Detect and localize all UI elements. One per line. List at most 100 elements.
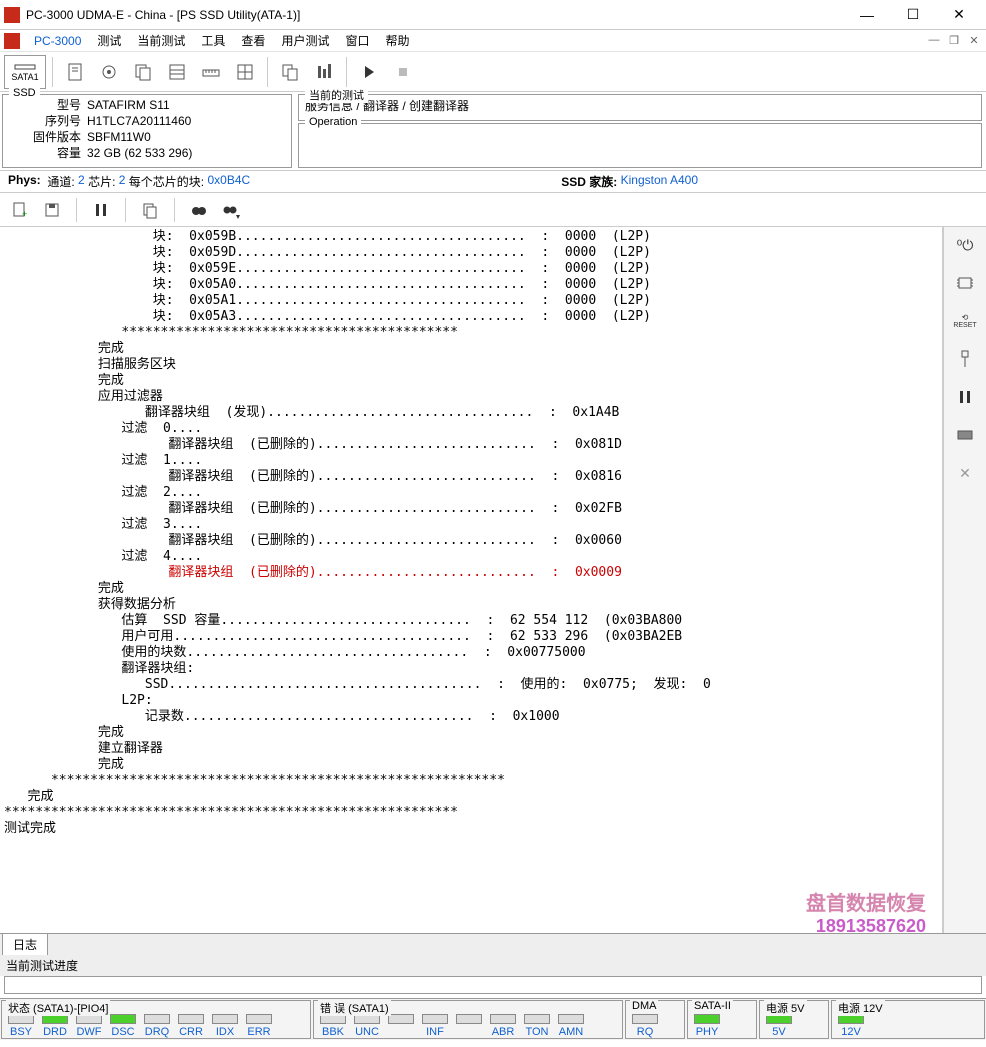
menu-window[interactable]: 窗口 xyxy=(337,32,377,49)
log-output[interactable]: 块: 0x059B...............................… xyxy=(0,227,942,933)
pwr12-cell: 12V xyxy=(841,1026,861,1038)
status-cell-drq: DRQ xyxy=(140,1014,174,1038)
log-line: SSD.....................................… xyxy=(4,677,938,693)
copy-icon[interactable] xyxy=(127,55,159,89)
log-line: 扫描服务区块 xyxy=(4,357,938,373)
pwr5-legend: 电源 5V xyxy=(764,1000,807,1016)
channel-label: 通道: xyxy=(47,173,74,190)
log-line: 块: 0x059B...............................… xyxy=(4,229,938,245)
status-cell-crr: CRR xyxy=(174,1014,208,1038)
main-toolbar: SATA1 xyxy=(0,52,986,92)
log-line: 完成 xyxy=(4,341,938,357)
dma-legend: DMA xyxy=(630,1000,658,1012)
play-button[interactable] xyxy=(353,55,385,89)
error-cell: UNC xyxy=(350,1014,384,1038)
grid-icon[interactable] xyxy=(229,55,261,89)
progress-label: 当前测试进度 xyxy=(0,955,986,976)
current-test-legend: 当前的测试 xyxy=(305,87,368,103)
reset-icon[interactable]: ⟲RESET xyxy=(951,309,979,333)
log-line: 完成 xyxy=(4,725,938,741)
log-line: 完成 xyxy=(4,373,938,389)
blocks-label: 每个芯片的块: xyxy=(129,173,204,190)
maximize-button[interactable]: ☐ xyxy=(890,0,936,30)
tab-row: 日志 xyxy=(0,933,986,955)
save-icon[interactable] xyxy=(38,196,66,224)
binoculars-next-icon[interactable] xyxy=(217,196,245,224)
pause-icon[interactable] xyxy=(87,196,115,224)
log-toolbar: + xyxy=(0,193,986,227)
ssd-family-value: Kingston A400 xyxy=(621,173,698,190)
log-line: 翻译器块组 (已删除的)............................… xyxy=(4,533,938,549)
log-line: 获得数据分析 xyxy=(4,597,938,613)
log-line: 块: 0x059E...............................… xyxy=(4,261,938,277)
log-line: ****************************************… xyxy=(4,805,938,821)
ssd-legend: SSD xyxy=(9,87,40,99)
log-line: 测试完成 xyxy=(4,821,938,837)
sata2-legend: SATA-II xyxy=(692,1000,733,1012)
log-line: 应用过滤器 xyxy=(4,389,938,405)
log-line: 翻译器块组 (发现)..............................… xyxy=(4,405,938,421)
new-doc-icon[interactable]: + xyxy=(6,196,34,224)
log-line: 翻译器块组: xyxy=(4,661,938,677)
menu-app[interactable]: PC-3000 xyxy=(26,34,89,48)
copy2-icon[interactable] xyxy=(136,196,164,224)
log-line: 翻译器块组 (已删除的)............................… xyxy=(4,565,938,581)
power-icon[interactable]: ⁰⏻ xyxy=(951,233,979,257)
tab-log[interactable]: 日志 xyxy=(2,933,48,955)
log-line: 翻译器块组 (已删除的)............................… xyxy=(4,469,938,485)
windows-icon[interactable] xyxy=(274,55,306,89)
cap-value: 32 GB (62 533 296) xyxy=(87,145,192,161)
chip-value: 2 xyxy=(119,173,126,190)
mdi-restore-button[interactable]: ❐ xyxy=(946,34,962,47)
gear-icon[interactable] xyxy=(93,55,125,89)
error-cell: TON xyxy=(520,1014,554,1038)
mdi-close-button[interactable]: ✕ xyxy=(966,34,982,47)
phys-row: Phys: 通道: 2 芯片: 2 每个芯片的块: 0x0B4C SSD 家族:… xyxy=(0,171,986,193)
menu-current-test[interactable]: 当前测试 xyxy=(129,32,193,49)
binoculars-icon[interactable] xyxy=(185,196,213,224)
usb-icon[interactable] xyxy=(951,347,979,371)
log-line: 建立翻译器 xyxy=(4,741,938,757)
progress-bar xyxy=(4,976,982,994)
app-icon-small xyxy=(4,33,20,49)
mdi-minimize-button[interactable]: — xyxy=(926,34,942,47)
menu-view[interactable]: 查看 xyxy=(233,32,273,49)
log-line: 块: 0x05A1...............................… xyxy=(4,293,938,309)
blocks-value: 0x0B4C xyxy=(207,173,250,190)
close-button[interactable]: ✕ xyxy=(936,0,982,30)
pwr12-legend: 电源 12V xyxy=(836,1000,885,1016)
chip-icon[interactable] xyxy=(951,271,979,295)
bars-icon[interactable] xyxy=(308,55,340,89)
menu-help[interactable]: 帮助 xyxy=(377,32,417,49)
dma-cell: RQ xyxy=(637,1026,654,1038)
info-row: SSD 型号SATAFIRM S11 序列号H1TLC7A20111460 固件… xyxy=(0,92,986,171)
sata-port-button[interactable]: SATA1 xyxy=(4,55,46,89)
chip2-icon[interactable] xyxy=(951,423,979,447)
menu-tools[interactable]: 工具 xyxy=(193,32,233,49)
tools-icon[interactable]: ✕ xyxy=(951,461,979,485)
menu-user-test[interactable]: 用户测试 xyxy=(273,32,337,49)
stop-button[interactable] xyxy=(387,55,419,89)
log-line: 过滤 2.... xyxy=(4,485,938,501)
log-line: 过滤 3.... xyxy=(4,517,938,533)
log-line: 估算 SSD 容量...............................… xyxy=(4,613,938,629)
log-line: 过滤 0.... xyxy=(4,421,938,437)
minimize-button[interactable]: — xyxy=(844,0,890,30)
channel-value: 2 xyxy=(78,173,85,190)
svg-text:+: + xyxy=(22,209,27,219)
fw-label: 固件版本 xyxy=(9,129,87,145)
menubar: PC-3000 测试 当前测试 工具 查看 用户测试 窗口 帮助 — ❐ ✕ xyxy=(0,30,986,52)
menu-test[interactable]: 测试 xyxy=(89,32,129,49)
operation-legend: Operation xyxy=(305,116,361,128)
status-cell-bsy: BSY xyxy=(4,1014,38,1038)
pause-side-icon[interactable] xyxy=(951,385,979,409)
ruler-icon[interactable] xyxy=(195,55,227,89)
serial-value: H1TLC7A20111460 xyxy=(87,113,191,129)
state-legend: 状态 (SATA1)-[PIO4] xyxy=(6,1000,110,1016)
error-cell: BBK xyxy=(316,1014,350,1038)
error-cell: AMN xyxy=(554,1014,588,1038)
error-cell: ABR xyxy=(486,1014,520,1038)
ssd-panel: SSD 型号SATAFIRM S11 序列号H1TLC7A20111460 固件… xyxy=(2,94,292,168)
doc-icon[interactable] xyxy=(59,55,91,89)
list-icon[interactable] xyxy=(161,55,193,89)
